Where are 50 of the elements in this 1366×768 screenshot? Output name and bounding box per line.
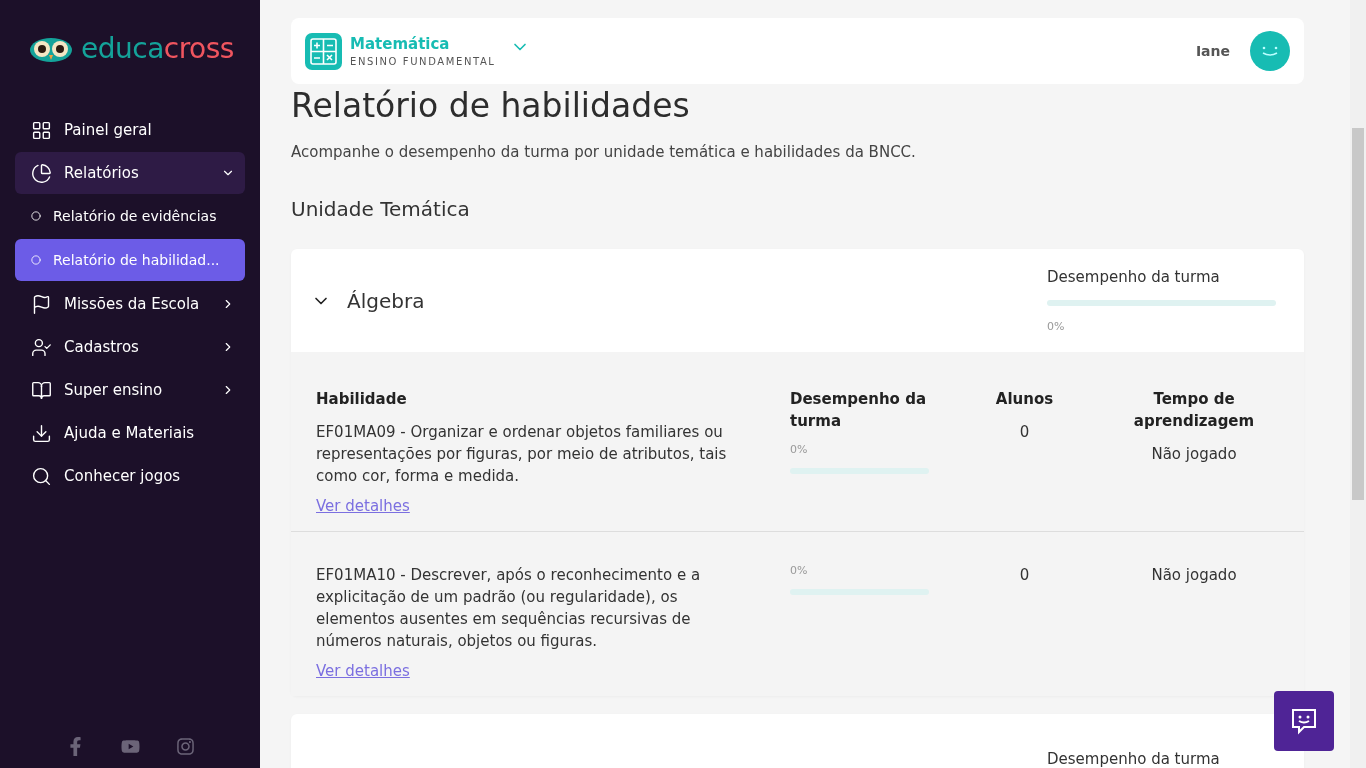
- skill-description: EF01MA09 - Organizar e ordenar objetos familiares ou representações por figuras, por meio de atributos, tais como cor, forma e medida.: [316, 422, 728, 487]
- details-link[interactable]: Ver detalhes: [316, 497, 410, 515]
- menu-item-icon: [31, 422, 52, 444]
- sidebar-item[interactable]: Painel geral: [15, 109, 245, 151]
- sidebar-subitem[interactable]: Relatório de habilidad...: [15, 239, 245, 281]
- instagram-icon[interactable]: [175, 737, 195, 756]
- chat-smile-icon: [1290, 707, 1318, 735]
- sidebar-item[interactable]: Conhecer jogos: [15, 455, 245, 497]
- scrollbar[interactable]: [1350, 0, 1366, 768]
- performance-label: Desempenho da turma: [1047, 268, 1221, 286]
- sidebar-item[interactable]: Super ensino: [15, 369, 245, 411]
- menu-item-icon: [31, 379, 52, 401]
- menu-item-icon: [31, 293, 52, 315]
- menu-item-icon: [31, 336, 52, 358]
- menu-item-icon: [31, 162, 52, 184]
- sidebar-item[interactable]: Cadastros: [15, 326, 245, 368]
- sidebar-item[interactable]: Ajuda e Materiais: [15, 412, 245, 454]
- performance-percent: 0%: [790, 443, 808, 456]
- performance-label: Desempenho da turma: [1047, 749, 1221, 768]
- circle-icon: [31, 255, 41, 265]
- student-count: 0: [1019, 565, 1030, 586]
- sidebar-item[interactable]: Missões da Escola: [15, 283, 245, 325]
- column-header: Tempo de aprendizagem: [1132, 389, 1256, 432]
- page-title: Relatório de habilidades: [291, 86, 691, 125]
- performance-percent: 0%: [790, 564, 808, 577]
- page-subtitle: Acompanhe o desempenho da turma por unidade temática e habilidades da BNCC.: [291, 143, 917, 161]
- details-link[interactable]: Ver detalhes: [316, 662, 410, 680]
- skill-description: EF01MA10 - Descrever, após o reconhecimento e a explicitação de um padrão (ou regularidade), os elementos ausentes em sequências recursivas de números naturais, objetos ou figuras.: [316, 565, 702, 652]
- sidebar-subitem[interactable]: Relatório de evidências: [15, 195, 245, 237]
- logo-text: educacross: [81, 32, 234, 65]
- user-name: Iane: [1195, 43, 1230, 59]
- smiley-avatar-icon[interactable]: [1250, 31, 1290, 71]
- performance-percent: 0%: [1047, 320, 1066, 333]
- section-title: Unidade Temática: [291, 197, 471, 221]
- column-header: Alunos: [995, 389, 1054, 410]
- calculator-icon: [305, 32, 342, 70]
- unit-name: Álgebra: [347, 288, 425, 313]
- learning-time: Não jogado: [1151, 444, 1237, 465]
- column-header: Habilidade: [316, 389, 407, 410]
- feedback-chat-button[interactable]: [1274, 691, 1334, 751]
- youtube-icon[interactable]: [120, 737, 140, 756]
- menu-item-icon: [31, 465, 52, 487]
- learning-time: Não jogado: [1151, 565, 1237, 586]
- circle-icon: [31, 211, 41, 221]
- subject-name: Matemática: [350, 35, 451, 53]
- student-count: 0: [1019, 422, 1030, 443]
- sidebar-item[interactable]: Relatórios: [15, 152, 245, 194]
- education-level: ENSINO FUNDAMENTAL: [350, 56, 496, 67]
- column-header: Desempenho da turma: [790, 389, 927, 432]
- menu-item-icon: [31, 119, 52, 141]
